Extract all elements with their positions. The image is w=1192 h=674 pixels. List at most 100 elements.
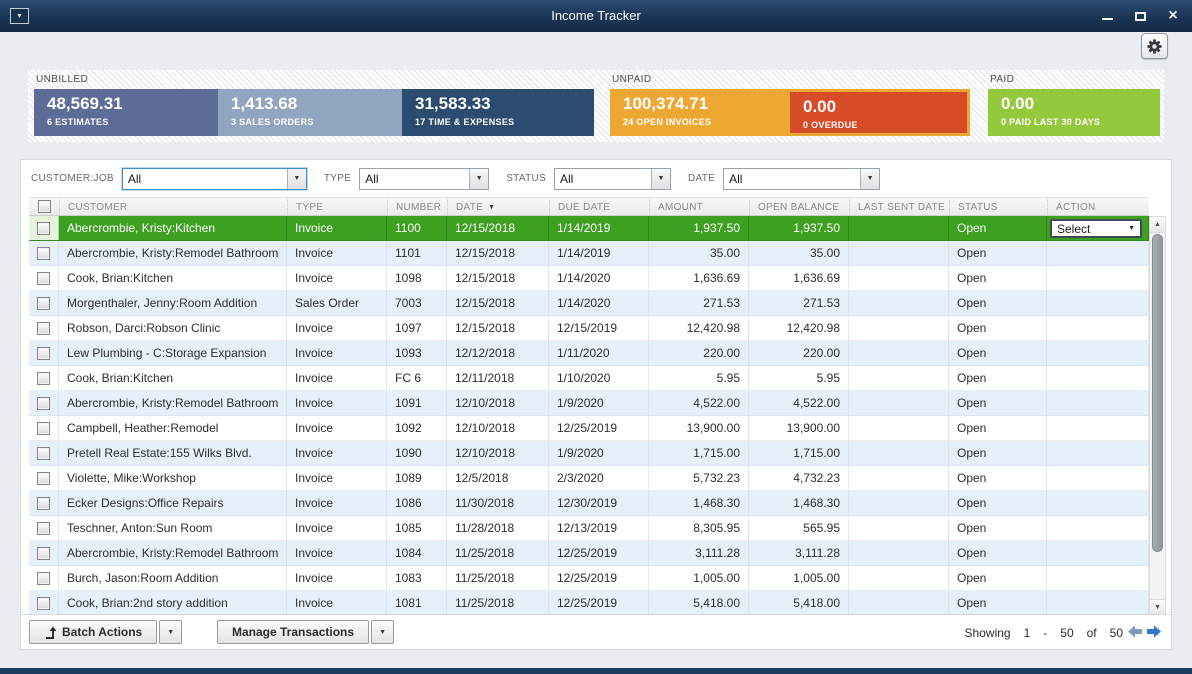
cell-last-sent-date [849, 216, 949, 240]
cell-action [1047, 291, 1149, 315]
table-row[interactable]: Cook, Brian:2nd story addition Invoice 1… [29, 591, 1149, 616]
scroll-up-icon: ▲ [1154, 221, 1161, 228]
cell-last-sent-date [849, 266, 949, 290]
cell-open-balance: 1,468.30 [749, 491, 849, 515]
table-row[interactable]: Violette, Mike:Workshop Invoice 1089 12/… [29, 466, 1149, 491]
previous-page-icon[interactable] [1128, 625, 1143, 638]
page-end: 50 [1060, 626, 1073, 640]
vertical-scrollbar[interactable]: ▲ ▼ [1149, 216, 1166, 616]
chevron-down-icon[interactable]: ▼ [651, 169, 670, 189]
checkbox-icon [37, 297, 50, 310]
manage-transactions-button[interactable]: Manage Transactions [217, 620, 369, 644]
cell-due-date: 12/30/2019 [549, 491, 649, 515]
overdue-card[interactable]: 0.00 0 OVERDUE [790, 92, 967, 133]
minimize-button[interactable] [1100, 9, 1114, 23]
maximize-button[interactable] [1133, 9, 1147, 23]
row-checkbox[interactable] [29, 341, 59, 365]
column-header-customer[interactable]: CUSTOMER [59, 198, 287, 215]
customer-job-filter[interactable]: All ▼ [122, 168, 307, 190]
cell-date: 12/11/2018 [447, 366, 549, 390]
column-header-last-sent-date[interactable]: LAST SENT DATE [849, 198, 949, 215]
cell-number: 1084 [387, 541, 447, 565]
cell-type: Invoice [287, 266, 387, 290]
row-checkbox[interactable] [29, 566, 59, 590]
cell-amount: 5.95 [649, 366, 749, 390]
table-row[interactable]: Abercrombie, Kristy:Remodel Bathroom Inv… [29, 391, 1149, 416]
row-checkbox[interactable] [29, 491, 59, 515]
cell-date: 11/25/2018 [447, 591, 549, 615]
manage-transactions-group: Manage Transactions ▼ [217, 620, 394, 644]
paid-last-30-days-card[interactable]: 0.00 0 PAID LAST 30 DAYS [988, 89, 1160, 136]
row-checkbox[interactable] [29, 591, 59, 615]
status-filter-label: STATUS [506, 173, 546, 184]
action-select-dropdown[interactable]: Select ▼ [1050, 219, 1142, 238]
table-row[interactable]: Burch, Jason:Room Addition Invoice 1083 … [29, 566, 1149, 591]
open-invoices-card[interactable]: 100,374.71 24 OPEN INVOICES [610, 89, 790, 136]
column-header-number[interactable]: NUMBER [387, 198, 447, 215]
column-header-due-date[interactable]: DUE DATE [549, 198, 649, 215]
select-all-checkbox[interactable] [29, 198, 59, 215]
row-checkbox[interactable] [29, 516, 59, 540]
table-row[interactable]: Lew Plumbing - C:Storage Expansion Invoi… [29, 341, 1149, 366]
close-button[interactable]: × [1166, 9, 1180, 23]
cell-status: Open [949, 591, 1047, 615]
cell-date: 12/15/2018 [447, 266, 549, 290]
column-header-action[interactable]: ACTION [1047, 198, 1149, 215]
chevron-down-icon[interactable]: ▼ [469, 169, 488, 189]
row-checkbox[interactable] [29, 541, 59, 565]
row-checkbox[interactable] [29, 416, 59, 440]
column-header-type[interactable]: TYPE [287, 198, 387, 215]
table-row[interactable]: Abercrombie, Kristy:Kitchen Invoice 1100… [29, 216, 1149, 241]
table-header: CUSTOMER TYPE NUMBER DATE▼ DUE DATE AMOU… [29, 197, 1149, 216]
window-menu-icon[interactable]: ▼ [10, 8, 29, 24]
date-filter[interactable]: All ▼ [723, 168, 880, 190]
time-expenses-card[interactable]: 31,583.33 17 TIME & EXPENSES [402, 89, 594, 136]
column-header-date[interactable]: DATE▼ [447, 198, 549, 215]
scroll-up-button[interactable]: ▲ [1150, 217, 1165, 233]
scroll-down-button[interactable]: ▼ [1150, 599, 1165, 615]
row-checkbox[interactable] [29, 366, 59, 390]
cell-due-date: 1/9/2020 [549, 441, 649, 465]
table-row[interactable]: Abercrombie, Kristy:Remodel Bathroom Inv… [29, 241, 1149, 266]
estimates-card[interactable]: 48,569.31 6 ESTIMATES [34, 89, 218, 136]
batch-actions-button[interactable]: Batch Actions [29, 620, 157, 644]
cell-status: Open [949, 266, 1047, 290]
table-row[interactable]: Cook, Brian:Kitchen Invoice FC 6 12/11/2… [29, 366, 1149, 391]
status-filter[interactable]: All ▼ [554, 168, 671, 190]
scrollbar-thumb[interactable] [1152, 234, 1163, 552]
column-header-open-balance[interactable]: OPEN BALANCE [749, 198, 849, 215]
next-page-icon[interactable] [1146, 625, 1161, 638]
row-checkbox[interactable] [29, 241, 59, 265]
cell-action [1047, 566, 1149, 590]
table-row[interactable]: Cook, Brian:Kitchen Invoice 1098 12/15/2… [29, 266, 1149, 291]
open-invoices-value: 100,374.71 [623, 94, 790, 114]
cell-last-sent-date [849, 416, 949, 440]
row-checkbox[interactable] [29, 266, 59, 290]
table-row[interactable]: Ecker Designs:Office Repairs Invoice 108… [29, 491, 1149, 516]
table-row[interactable]: Teschner, Anton:Sun Room Invoice 1085 11… [29, 516, 1149, 541]
type-filter[interactable]: All ▼ [359, 168, 489, 190]
table-row[interactable]: Campbell, Heather:Remodel Invoice 1092 1… [29, 416, 1149, 441]
row-checkbox[interactable] [29, 316, 59, 340]
column-header-status[interactable]: STATUS [949, 198, 1047, 215]
manage-transactions-dropdown-button[interactable]: ▼ [371, 620, 394, 644]
table-row[interactable]: Robson, Darci:Robson Clinic Invoice 1097… [29, 316, 1149, 341]
row-checkbox[interactable] [29, 441, 59, 465]
sales-orders-card[interactable]: 1,413.68 3 SALES ORDERS [218, 89, 402, 136]
column-header-amount[interactable]: AMOUNT [649, 198, 749, 215]
cell-status: Open [949, 516, 1047, 540]
row-checkbox[interactable] [29, 291, 59, 315]
table-row[interactable]: Abercrombie, Kristy:Remodel Bathroom Inv… [29, 541, 1149, 566]
row-checkbox[interactable] [29, 216, 59, 240]
chevron-down-icon[interactable]: ▼ [287, 169, 306, 189]
cell-open-balance: 3,111.28 [749, 541, 849, 565]
settings-button[interactable] [1141, 33, 1168, 59]
chevron-down-icon[interactable]: ▼ [860, 169, 879, 189]
table-row[interactable]: Morgenthaler, Jenny:Room Addition Sales … [29, 291, 1149, 316]
row-checkbox[interactable] [29, 466, 59, 490]
cell-last-sent-date [849, 541, 949, 565]
row-checkbox[interactable] [29, 391, 59, 415]
batch-actions-dropdown-button[interactable]: ▼ [159, 620, 182, 644]
table-row[interactable]: Pretell Real Estate:155 Wilks Blvd. Invo… [29, 441, 1149, 466]
manage-transactions-label: Manage Transactions [232, 625, 354, 639]
